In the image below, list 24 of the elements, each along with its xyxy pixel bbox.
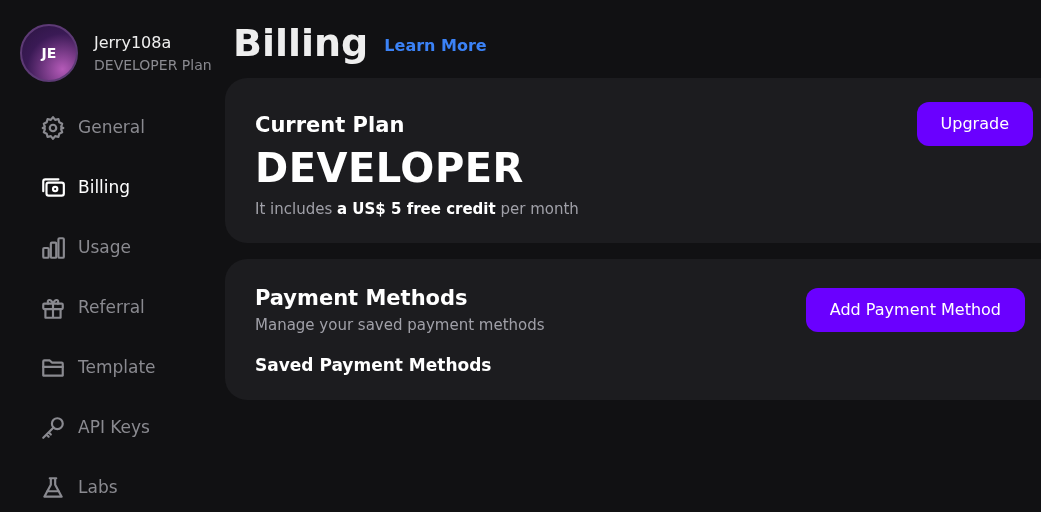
sidebar-item[interactable]: Labs: [20, 458, 225, 512]
gear-icon: [40, 115, 66, 141]
sidebar-item[interactable]: Billing: [20, 158, 225, 218]
plan-name: DEVELOPER: [255, 146, 525, 190]
key-icon: [40, 415, 66, 441]
add-payment-method-button[interactable]: Add Payment Method: [805, 287, 1025, 332]
sidebar-item[interactable]: API Keys: [20, 398, 225, 458]
upgrade-button[interactable]: Upgrade: [916, 102, 1033, 146]
learn-more-link[interactable]: Learn More: [384, 34, 487, 58]
sidebar-item[interactable]: Usage: [20, 218, 225, 278]
username: Jerry108a: [94, 31, 173, 54]
plan-description: It includes a US$ 5 free credit per month: [255, 199, 580, 220]
sidebar-item[interactable]: Template: [20, 338, 225, 398]
card-subtitle: Manage your saved payment methods: [255, 315, 545, 336]
section-title: Saved Payment Methods: [255, 353, 493, 377]
avatar: JE: [20, 24, 78, 82]
sidebar-item[interactable]: General: [20, 98, 225, 158]
card-title: Current Plan: [255, 112, 405, 139]
flask-icon: [40, 475, 66, 501]
sidebar-item[interactable]: Referral: [20, 278, 225, 338]
plan-label: DEVELOPER Plan: [94, 55, 212, 75]
card-title: Payment Methods: [255, 284, 469, 312]
bar-chart-icon: [40, 235, 66, 261]
page-title: Billing: [233, 24, 369, 62]
